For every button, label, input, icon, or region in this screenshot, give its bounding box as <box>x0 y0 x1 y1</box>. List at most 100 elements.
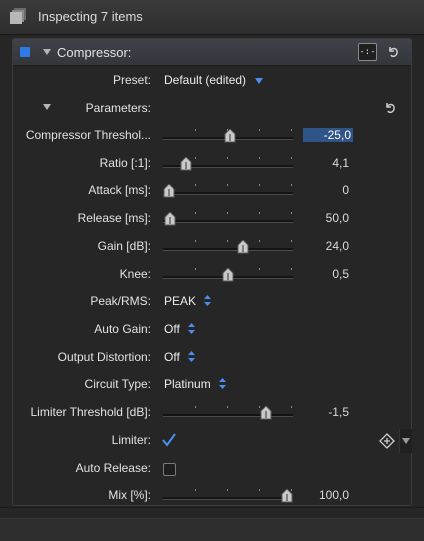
keyframe-diamond-icon[interactable] <box>379 433 395 449</box>
slider-tick <box>227 184 228 186</box>
slider-tick <box>227 157 228 159</box>
param-row-outdist: Output Distortion: Off <box>13 348 411 368</box>
autogain-label: Auto Gain: <box>94 322 151 336</box>
param-row-limthresh: Limiter Threshold [dB]: -1,5 <box>13 403 411 423</box>
slider-tick <box>259 157 260 159</box>
ratio-slider[interactable] <box>163 157 293 171</box>
slider-tick <box>227 489 228 491</box>
slider-tick <box>291 129 292 131</box>
slider-tick <box>291 212 292 214</box>
knee-slider[interactable] <box>163 268 293 282</box>
updown-arrows-icon <box>218 378 226 390</box>
slider-tick <box>291 268 292 270</box>
threshold-slider[interactable] <box>163 129 293 143</box>
slider-tick <box>259 240 260 242</box>
disclosure-triangle-icon[interactable] <box>43 49 51 55</box>
parameters-reset-icon[interactable] <box>383 101 397 115</box>
gain-value[interactable]: 24,0 <box>303 239 349 253</box>
attack-slider[interactable] <box>163 184 293 198</box>
circuit-popup[interactable]: Platinum <box>164 377 226 391</box>
slider-thumb[interactable] <box>237 240 249 254</box>
preset-menu-button[interactable]: -:- <box>358 43 377 61</box>
slider-thumb[interactable] <box>224 129 236 143</box>
compressor-panel: Compressor: -:- Preset: Default (edited)… <box>12 38 412 506</box>
param-row-gain: Gain [dB]: 24,0 <box>13 237 411 257</box>
slider-tick <box>291 240 292 242</box>
limiter-label: Limiter: <box>111 433 151 447</box>
param-row-attack: Attack [ms]: 0 <box>13 181 411 201</box>
limthresh-label: Limiter Threshold [dB]: <box>30 405 152 419</box>
slider-tick <box>195 129 196 131</box>
slider-track[interactable] <box>163 220 293 223</box>
slider-tick <box>195 212 196 214</box>
slider-track[interactable] <box>163 248 293 251</box>
inspector-stack-icon <box>10 8 26 24</box>
attack-label: Attack [ms]: <box>88 183 151 197</box>
knee-value[interactable]: 0,5 <box>303 267 349 281</box>
autorelease-checkbox[interactable] <box>163 463 176 476</box>
slider-thumb[interactable] <box>260 406 272 420</box>
attack-value[interactable]: 0 <box>303 183 349 197</box>
mix-slider[interactable] <box>163 489 293 503</box>
threshold-value[interactable]: -25,0 <box>303 128 353 142</box>
preset-row: Preset: Default (edited) <box>13 71 411 91</box>
slider-tick <box>291 157 292 159</box>
param-row-knee: Knee: 0,5 <box>13 265 411 285</box>
limthresh-value[interactable]: -1,5 <box>303 405 349 419</box>
slider-thumb[interactable] <box>164 212 176 226</box>
slider-track[interactable] <box>163 497 293 500</box>
release-value[interactable]: 50,0 <box>303 211 349 225</box>
threshold-label: Compressor Threshol... <box>25 128 151 142</box>
ratio-label: Ratio [:1]: <box>99 156 151 170</box>
limthresh-slider[interactable] <box>163 406 293 420</box>
preset-popup[interactable]: Default (edited) <box>164 73 264 87</box>
inspector-title: Inspecting 7 items <box>38 9 143 24</box>
slider-tick <box>259 184 260 186</box>
chevron-down-icon <box>402 438 410 444</box>
effect-title: Compressor: <box>57 45 132 60</box>
mix-value[interactable]: 100,0 <box>303 488 349 502</box>
circuit-value: Platinum <box>164 377 211 391</box>
outdist-popup[interactable]: Off <box>164 350 195 364</box>
release-slider[interactable] <box>163 212 293 226</box>
mix-label: Mix [%]: <box>108 488 151 502</box>
gain-label: Gain [dB]: <box>97 239 151 253</box>
param-row-mix: Mix [%]: 100,0 <box>13 486 411 506</box>
effect-enable-checkbox[interactable] <box>20 47 30 57</box>
slider-track[interactable] <box>163 192 293 195</box>
peakrms-popup[interactable]: PEAK <box>164 294 212 308</box>
parameters-label: Parameters: <box>85 101 151 115</box>
slider-tick <box>259 129 260 131</box>
gain-slider[interactable] <box>163 240 293 254</box>
slider-tick <box>195 406 196 408</box>
slider-tick <box>259 489 260 491</box>
reset-icon[interactable] <box>386 45 400 59</box>
param-row-peakrms: Peak/RMS: PEAK <box>13 292 411 312</box>
effect-titlebar: Compressor: -:- <box>13 39 411 66</box>
animation-menu-button[interactable] <box>399 429 412 453</box>
parameters-disclosure-icon[interactable] <box>43 104 51 110</box>
parameters-group-row: Parameters: <box>13 99 411 119</box>
updown-arrows-icon <box>187 323 195 335</box>
param-row-release: Release [ms]: 50,0 <box>13 209 411 229</box>
param-row-threshold: Compressor Threshol... -25,0 <box>13 126 411 146</box>
peakrms-value: PEAK <box>164 294 197 308</box>
release-label: Release [ms]: <box>77 211 151 225</box>
autorelease-label: Auto Release: <box>75 461 151 475</box>
slider-thumb[interactable] <box>281 489 293 503</box>
slider-thumb[interactable] <box>163 184 175 198</box>
divider <box>0 507 424 508</box>
peakrms-label: Peak/RMS: <box>90 294 151 308</box>
knee-label: Knee: <box>119 267 151 281</box>
preset-label: Preset: <box>112 73 151 87</box>
param-row-ratio: Ratio [:1]: 4,1 <box>13 154 411 174</box>
slider-thumb[interactable] <box>180 157 192 171</box>
ratio-value[interactable]: 4,1 <box>303 156 349 170</box>
autogain-popup[interactable]: Off <box>164 322 195 336</box>
limiter-checkbox[interactable] <box>161 432 177 448</box>
slider-thumb[interactable] <box>222 268 234 282</box>
slider-track[interactable] <box>163 414 293 417</box>
param-row-autorelease: Auto Release: <box>13 459 411 479</box>
chevron-down-icon <box>255 77 264 84</box>
outdist-value: Off <box>164 350 180 364</box>
